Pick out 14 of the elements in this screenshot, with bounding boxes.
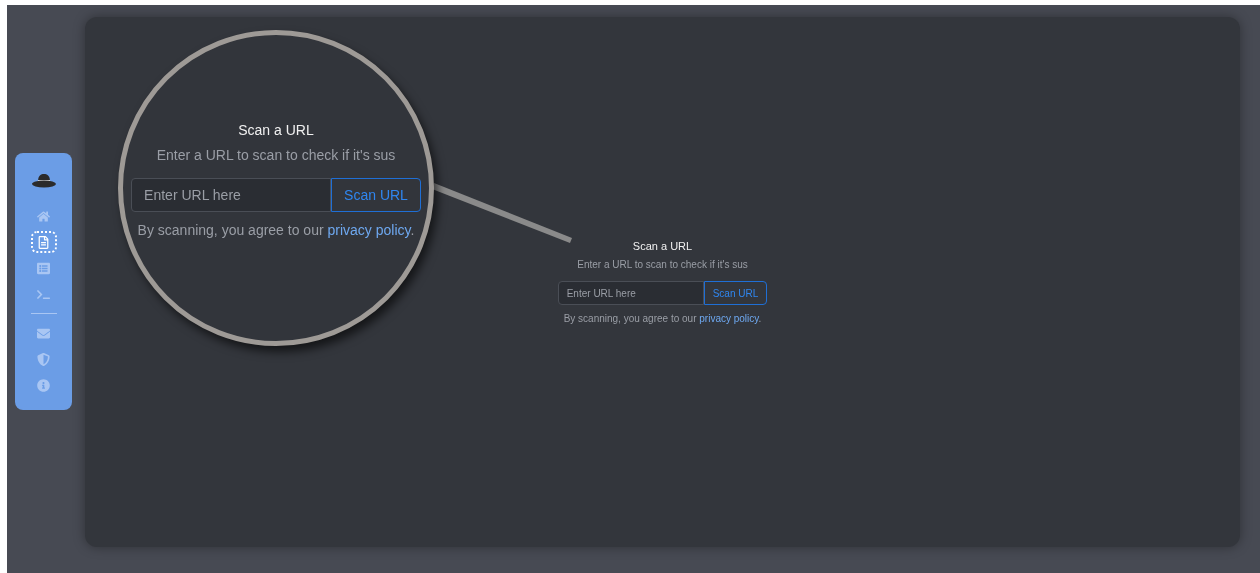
form-title: Scan a URL: [632, 238, 693, 254]
scan-url-button[interactable]: Scan URL: [331, 178, 421, 212]
form-subtitle: Enter a URL to scan to check if it's sus: [156, 146, 396, 165]
form-subtitle: Enter a URL to scan to check if it's sus: [577, 258, 748, 273]
privacy-policy-link[interactable]: privacy policy: [699, 313, 759, 325]
hat-logo-icon: [30, 173, 57, 189]
privacy-policy-link[interactable]: privacy policy: [327, 222, 411, 238]
privacy-notice: By scanning, you agree to our privacy policy.: [137, 221, 415, 240]
url-input-field[interactable]: Enter URL here: [131, 178, 332, 212]
url-input-field[interactable]: Enter URL here: [557, 281, 704, 306]
document-icon[interactable]: [30, 231, 57, 253]
form-title: Scan a URL: [238, 121, 314, 140]
privacy-notice: By scanning, you agree to our privacy policy.: [563, 312, 762, 327]
scan-url-button[interactable]: Scan URL: [703, 281, 768, 306]
